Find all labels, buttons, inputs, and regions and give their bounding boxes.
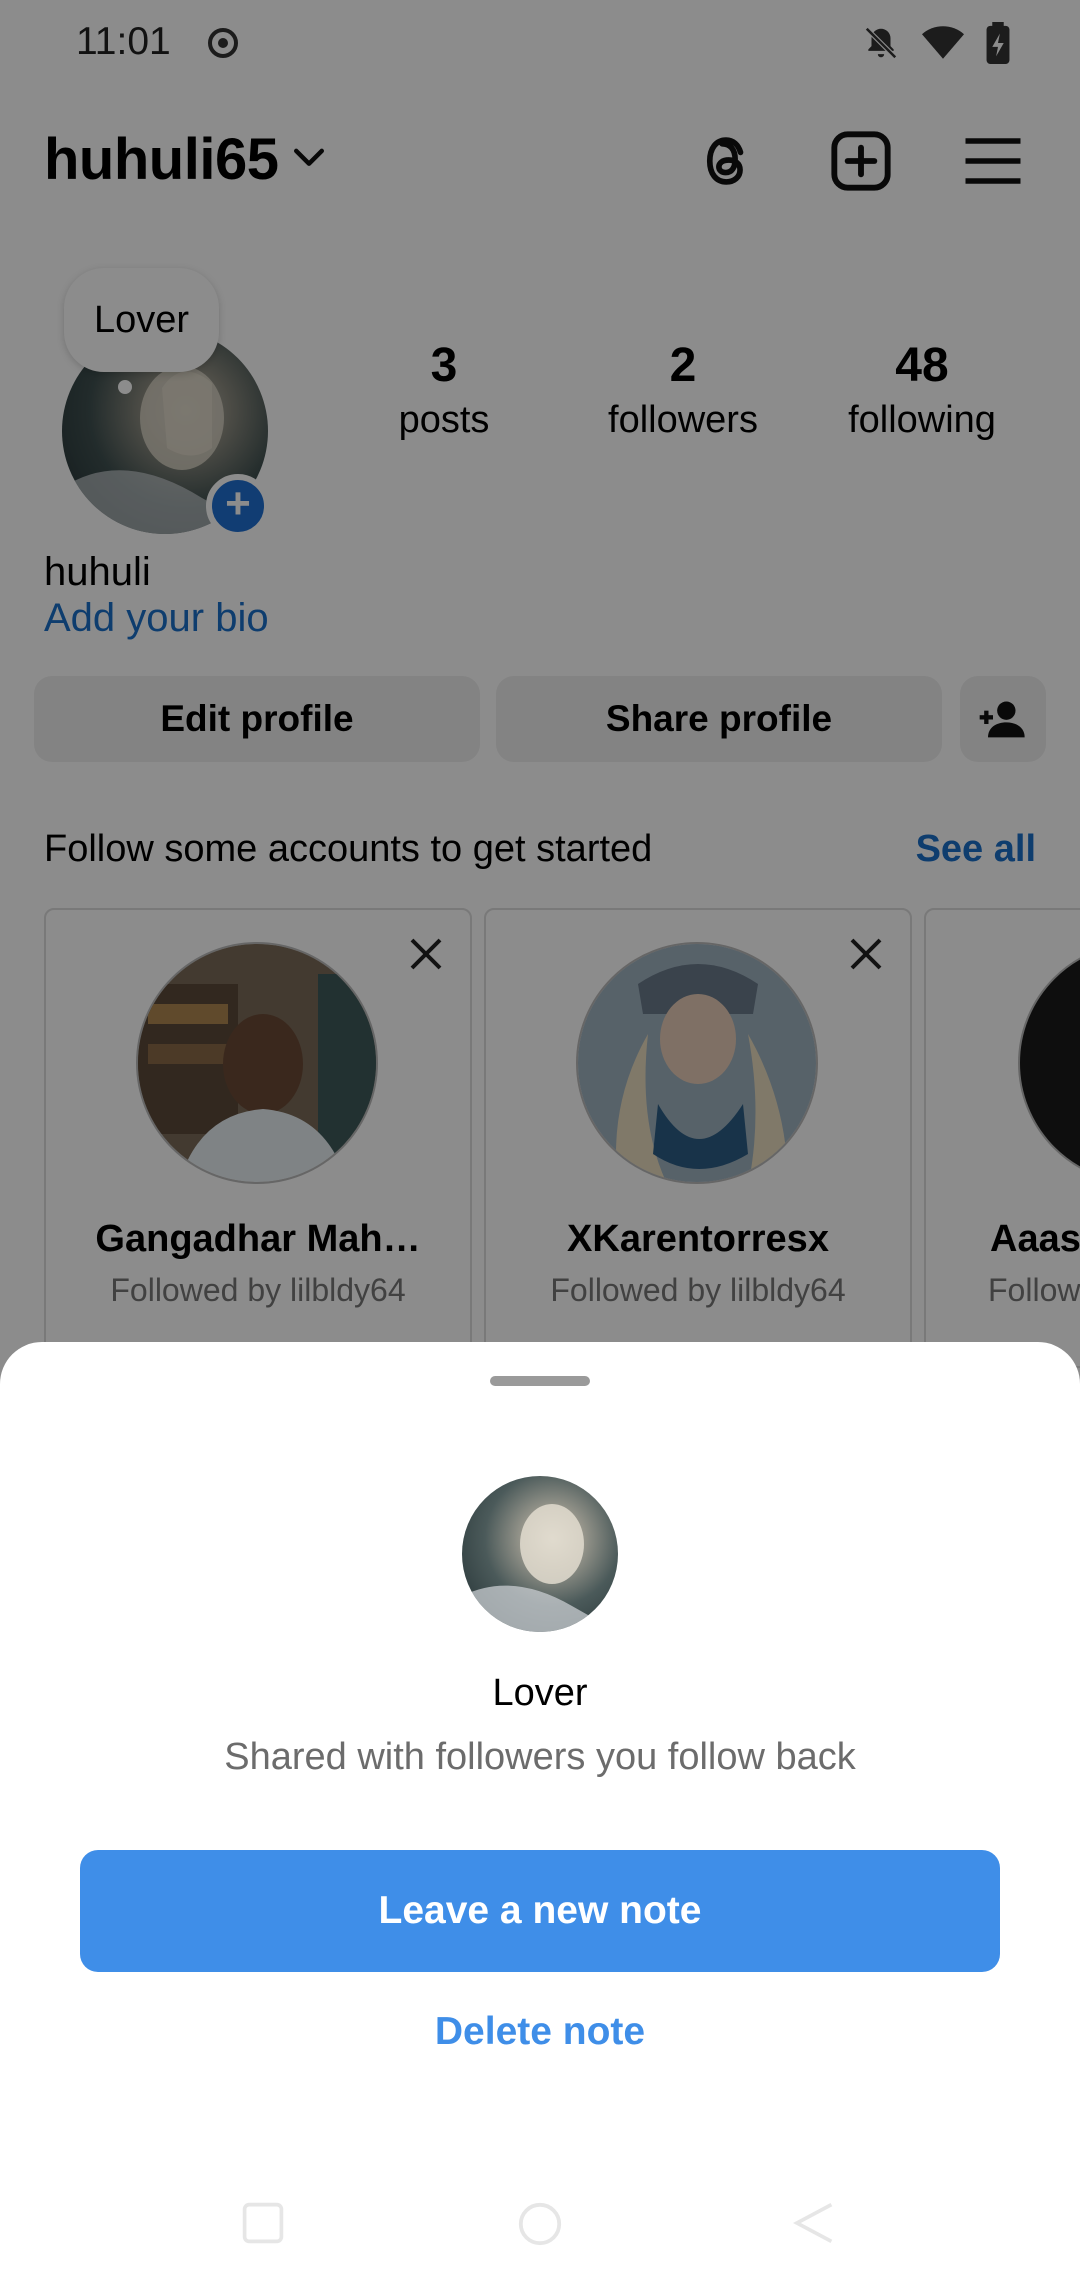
note-bottom-sheet: Lover Shared with followers you follow b… [0, 1342, 1080, 2280]
sheet-drag-handle[interactable] [490, 1376, 590, 1386]
note-avatar [462, 1476, 618, 1632]
delete-note-button[interactable]: Delete note [0, 2010, 1080, 2054]
note-audience: Shared with followers you follow back [224, 1736, 856, 1778]
note-title: Lover [492, 1672, 588, 1714]
home-icon[interactable] [516, 2200, 564, 2248]
instagram-profile-screen: 11:01 huhuli65 + Lover 3 posts 2 followe… [0, 0, 1080, 2280]
system-navigation-bar [0, 2180, 1080, 2280]
leave-new-note-button[interactable]: Leave a new note [80, 1850, 1000, 1972]
back-icon[interactable] [790, 2200, 836, 2246]
recent-apps-icon[interactable] [240, 2200, 286, 2246]
note-avatar-photo [462, 1504, 618, 1632]
